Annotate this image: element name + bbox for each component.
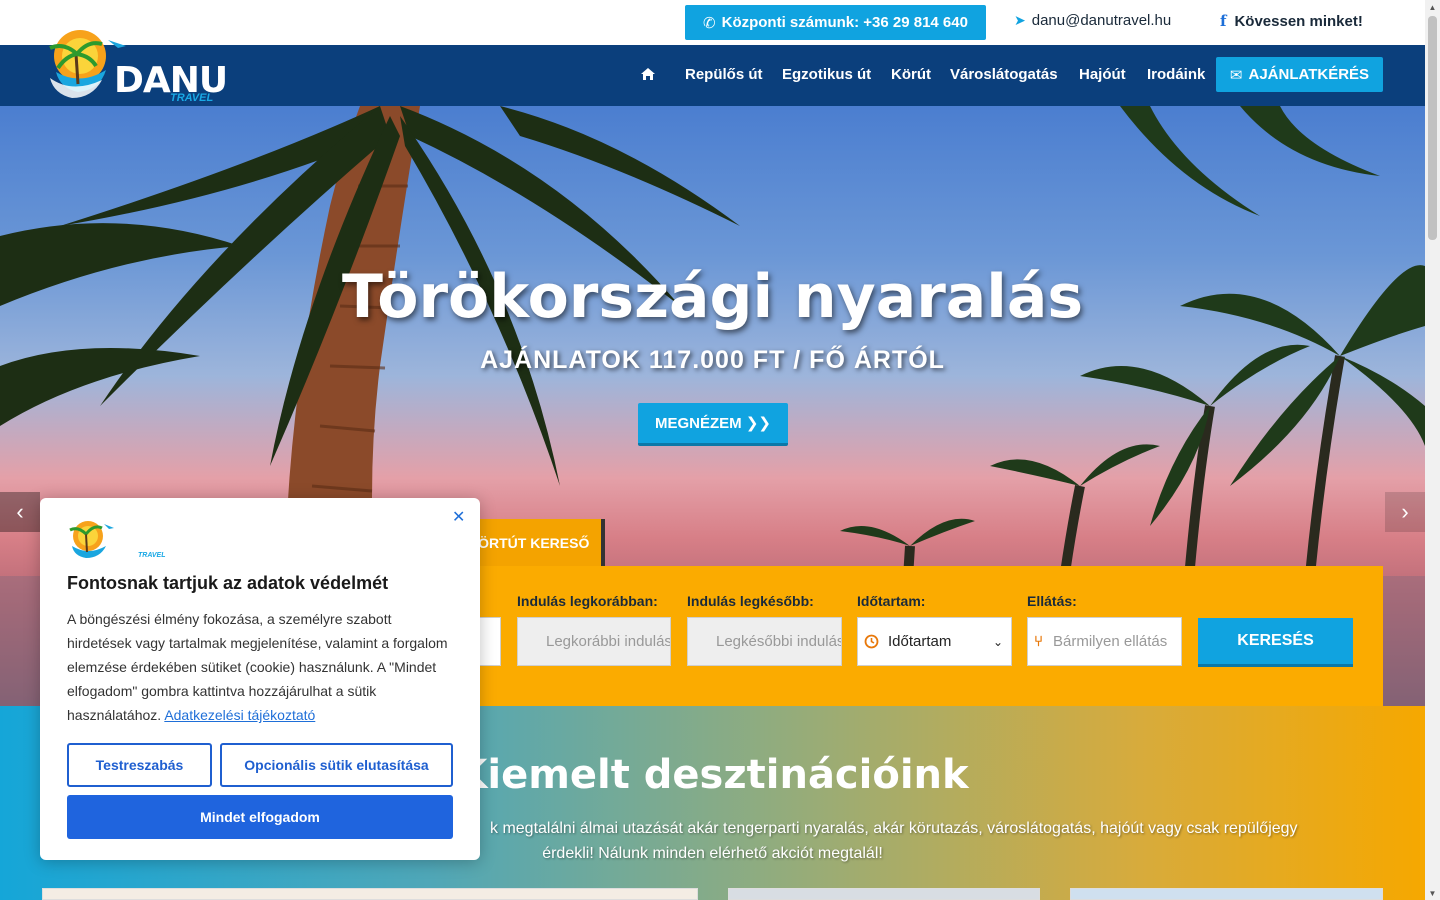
latest-label: Indulás legkésőbb: (687, 593, 814, 609)
nav-item-repulos[interactable]: Repülős út (685, 66, 763, 83)
facebook-icon: f (1220, 12, 1227, 30)
board-label: Ellátás: (1027, 593, 1077, 609)
cookie-title: Fontosnak tartjuk az adatok védelmét (67, 573, 389, 593)
chevron-down-icon: ⌄ (992, 634, 1003, 649)
fork-knife-icon: ⑂ (1034, 633, 1044, 650)
phone-label: Központi számunk: +36 29 814 640 (721, 14, 968, 31)
duration-value: Időtartam (888, 633, 952, 650)
email-label: danu@danutravel.hu (1031, 12, 1172, 29)
earliest-date-input[interactable]: Legkorábbi indulás (517, 617, 671, 666)
home-icon[interactable] (640, 66, 656, 82)
destination-card[interactable] (728, 888, 1040, 900)
cookie-logo-icon (69, 521, 114, 558)
quote-request-label: AJÁNLATKÉRÉS (1248, 66, 1370, 83)
customize-button[interactable]: Testreszabás (67, 743, 212, 787)
nav-item-egzotikus[interactable]: Egzotikus út (782, 66, 871, 83)
phone-button[interactable]: ✆ Központi számunk: +36 29 814 640 (685, 5, 986, 40)
latest-date-input[interactable]: Legkésőbbi indulás (687, 617, 842, 666)
hero-title: Törökországi nyaralás (341, 262, 1084, 332)
paper-plane-icon: ➤ (1014, 12, 1026, 28)
board-placeholder: Bármilyen ellátás (1053, 633, 1168, 650)
nav-item-hajout[interactable]: Hajóút (1079, 66, 1126, 83)
logo-sub: TRAVEL (170, 92, 214, 104)
clock-icon (864, 634, 879, 649)
envelope-icon: ✉ (1229, 66, 1243, 84)
email-link[interactable]: ➤ danu@danutravel.hu (1014, 12, 1171, 29)
quote-request-button[interactable]: ✉ AJÁNLATKÉRÉS (1216, 57, 1383, 92)
scrollbar-thumb[interactable] (1428, 16, 1437, 240)
board-input[interactable]: ⑂ Bármilyen ellátás (1027, 617, 1182, 666)
chevron-right-icon: › (1401, 499, 1409, 524)
cookie-text: A böngészési élmény fokozása, a személyr… (67, 607, 459, 727)
accept-all-button[interactable]: Mindet elfogadom (67, 795, 453, 839)
destination-card[interactable] (1070, 888, 1383, 900)
slider-prev-button[interactable]: ‹ (0, 492, 40, 532)
close-icon[interactable]: ✕ (452, 507, 466, 526)
slider-next-button[interactable]: › (1385, 492, 1425, 532)
duration-label: Időtartam: (857, 593, 926, 609)
follow-label: Kövessen minket! (1234, 12, 1363, 30)
cookie-logo-sub: TRAVEL (138, 552, 166, 559)
earliest-label: Indulás legkorábban: (517, 593, 658, 609)
hero-view-button[interactable]: MEGNÉZEM ❯❯ (638, 403, 788, 446)
privacy-policy-link[interactable]: Adatkezelési tájékoztató (164, 707, 315, 723)
phone-icon: ✆ (703, 14, 716, 32)
nav-item-varoslatogatas[interactable]: Városlátogatás (950, 66, 1058, 83)
nav-item-korut[interactable]: Körút (891, 66, 931, 83)
nav-item-irodaink[interactable]: Irodáink (1147, 66, 1205, 83)
scroll-up-icon[interactable]: ▲ (1425, 0, 1440, 14)
reject-optional-button[interactable]: Opcionális sütik elutasítása (220, 743, 453, 787)
search-button[interactable]: KERESÉS (1198, 618, 1353, 667)
scroll-down-icon[interactable]: ▼ (1425, 886, 1440, 900)
duration-select[interactable]: Időtartam ⌄ (857, 617, 1012, 666)
follow-link[interactable]: f Kövessen minket! (1220, 12, 1363, 30)
chevron-left-icon: ‹ (16, 499, 24, 524)
destination-card[interactable] (42, 888, 698, 900)
hero-subtitle: AJÁNLATOK 117.000 FT / FŐ ÁRTÓL (480, 346, 945, 374)
